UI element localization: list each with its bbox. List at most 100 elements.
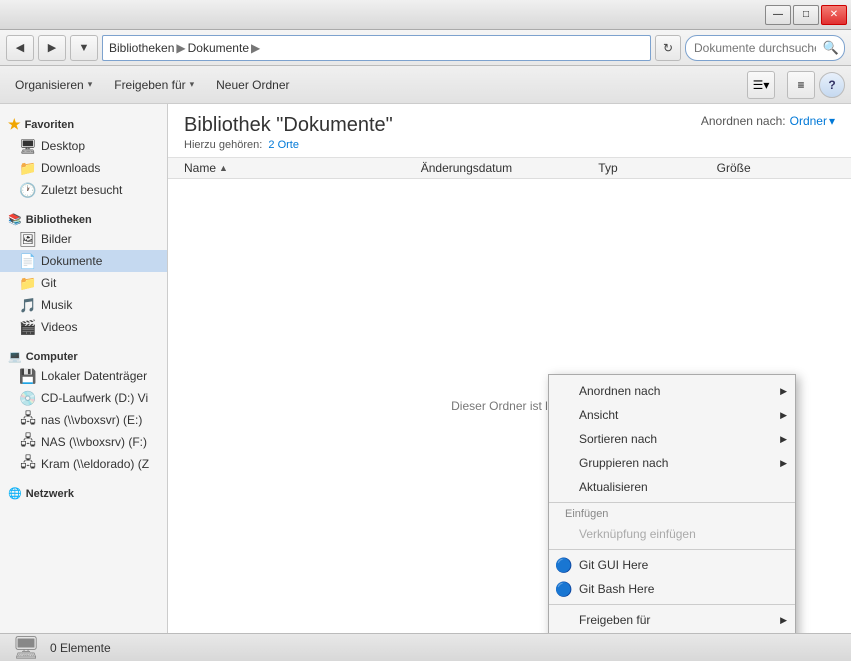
address-bar: ◀ ▶ ▼ Bibliotheken ▶ Dokumente ▶ ↻ 🔍	[0, 30, 851, 66]
sort-value[interactable]: Ordner ▾	[790, 114, 835, 128]
sidebar-item-videos[interactable]: 🎬 Videos	[0, 316, 167, 338]
menu-separator-3	[549, 604, 795, 605]
minimize-button[interactable]: —	[765, 5, 791, 25]
computer-header: 💻 Computer	[0, 344, 167, 365]
name-sort-arrow: ▲	[219, 163, 228, 173]
search-wrapper: 🔍	[685, 35, 845, 61]
search-icon[interactable]: 🔍	[823, 40, 839, 56]
sub-arrow-icon: ▶	[780, 458, 787, 469]
share-arrow: ▾	[190, 79, 195, 90]
sub-arrow-icon: ▶	[780, 386, 787, 397]
menu-separator-1	[549, 502, 795, 503]
organize-arrow: ▾	[88, 79, 93, 90]
computer-icon: 💻	[8, 350, 22, 363]
sidebar-item-nas-e[interactable]: 🖧 nas (\\vboxsvr) (E:)	[0, 409, 167, 431]
favorites-icon: ★	[8, 116, 21, 133]
cd-drive-icon: 💿	[20, 390, 36, 406]
address-part-1[interactable]: Bibliotheken	[109, 41, 174, 55]
column-headers: Name ▲ Änderungsdatum Typ Größe	[168, 158, 851, 179]
sidebar-item-nas-f[interactable]: 🖧 NAS (\\vboxsrv) (F:)	[0, 431, 167, 453]
dokumente-icon: 📄	[20, 253, 36, 269]
col-name-header[interactable]: Name ▲	[184, 161, 421, 175]
search-input[interactable]	[685, 35, 845, 61]
bilder-icon: 🖼	[20, 231, 36, 247]
sidebar-item-bilder[interactable]: 🖼 Bilder	[0, 228, 167, 250]
sidebar-item-kram[interactable]: 🖧 Kram (\\eldorado) (Z	[0, 453, 167, 475]
status-bar: 🖥 0 Elemente	[0, 633, 851, 661]
share-button[interactable]: Freigeben für ▾	[105, 71, 203, 99]
recent-icon: 🕐	[20, 182, 36, 198]
menu-item-ansicht[interactable]: Ansicht ▶	[549, 403, 795, 427]
status-icon: 🖥	[12, 635, 40, 661]
library-subtitle: Hierzu gehören: 2 Orte	[184, 139, 393, 151]
status-count: 0 Elemente	[50, 641, 111, 655]
new-folder-button[interactable]: Neuer Ordner	[207, 71, 298, 99]
col-size-header[interactable]: Größe	[717, 161, 835, 175]
col-type-header[interactable]: Typ	[598, 161, 716, 175]
nas-f-icon: 🖧	[20, 434, 36, 450]
sort-label: Anordnen nach:	[701, 114, 786, 128]
local-disk-icon: 💾	[20, 368, 36, 384]
content-area: Bibliothek "Dokumente" Hierzu gehören: 2…	[168, 104, 851, 633]
maximize-button[interactable]: □	[793, 5, 819, 25]
content-header: Bibliothek "Dokumente" Hierzu gehören: 2…	[168, 104, 851, 158]
videos-icon: 🎬	[20, 319, 36, 335]
col-date-header[interactable]: Änderungsdatum	[421, 161, 599, 175]
sidebar-item-dokumente[interactable]: 📄 Dokumente	[0, 250, 167, 272]
favorites-header: ★ Favoriten	[0, 110, 167, 135]
refresh-button[interactable]: ↻	[655, 35, 681, 61]
menu-item-freigeben[interactable]: Freigeben für ▶	[549, 608, 795, 632]
libraries-header: 📚 Bibliotheken	[0, 207, 167, 228]
sidebar-item-desktop[interactable]: 🖥 Desktop	[0, 135, 167, 157]
sidebar-item-downloads[interactable]: 📁 Downloads	[0, 157, 167, 179]
close-button[interactable]: ✕	[821, 5, 847, 25]
menu-item-sortieren[interactable]: Sortieren nach ▶	[549, 427, 795, 451]
menu-separator-2	[549, 549, 795, 550]
title-bar: — □ ✕	[0, 0, 851, 30]
sidebar-item-cd-drive[interactable]: 💿 CD-Laufwerk (D:) Vi	[0, 387, 167, 409]
git-gui-icon: 🔵	[555, 556, 573, 574]
view-icon: ☰	[753, 78, 764, 92]
pane-toggle-button[interactable]: ≡	[787, 71, 815, 99]
sub-arrow-icon: ▶	[780, 615, 787, 626]
sidebar-item-local-disk[interactable]: 💾 Lokaler Datenträger	[0, 365, 167, 387]
context-menu: Anordnen nach ▶ Ansicht ▶ Sortieren nach…	[548, 374, 796, 633]
view-options-button[interactable]: ☰ ▾	[747, 71, 775, 99]
organize-button[interactable]: Organisieren ▾	[6, 71, 101, 99]
address-path[interactable]: Bibliotheken ▶ Dokumente ▶	[102, 35, 651, 61]
libraries-icon: 📚	[8, 213, 22, 226]
nas-e-icon: 🖧	[20, 412, 36, 428]
network-header: 🌐 Netzwerk	[0, 481, 167, 502]
sidebar-item-recent[interactable]: 🕐 Zuletzt besucht	[0, 179, 167, 201]
toolbar: Organisieren ▾ Freigeben für ▾ Neuer Ord…	[0, 66, 851, 104]
library-title: Bibliothek "Dokumente"	[184, 114, 393, 137]
locations-link[interactable]: 2 Orte	[268, 139, 299, 151]
sidebar-item-musik[interactable]: 🎵 Musik	[0, 294, 167, 316]
menu-item-git-bash[interactable]: 🔵 Git Bash Here	[549, 577, 795, 601]
kram-icon: 🖧	[20, 456, 36, 472]
menu-item-gruppieren[interactable]: Gruppieren nach ▶	[549, 451, 795, 475]
view-arrow: ▾	[763, 78, 769, 92]
forward-button[interactable]: ▶	[38, 35, 66, 61]
musik-icon: 🎵	[20, 297, 36, 313]
desktop-icon: 🖥	[20, 138, 36, 154]
sub-arrow-icon: ▶	[780, 410, 787, 421]
main-layout: ★ Favoriten 🖥 Desktop 📁 Downloads 🕐 Zule…	[0, 104, 851, 633]
menu-item-anordnen[interactable]: Anordnen nach ▶	[549, 379, 795, 403]
sidebar: ★ Favoriten 🖥 Desktop 📁 Downloads 🕐 Zule…	[0, 104, 168, 633]
network-icon: 🌐	[8, 487, 22, 500]
back-button[interactable]: ◀	[6, 35, 34, 61]
address-part-2[interactable]: Dokumente	[188, 41, 249, 55]
downloads-icon: 📁	[20, 160, 36, 176]
help-button[interactable]: ?	[819, 72, 845, 98]
git-icon: 📁	[20, 275, 36, 291]
window-controls: — □ ✕	[765, 5, 847, 25]
sort-bar: Anordnen nach: Ordner ▾	[701, 114, 835, 128]
git-bash-icon: 🔵	[555, 580, 573, 598]
menu-section-einfuegen: Einfügen	[549, 506, 795, 522]
dropdown-button[interactable]: ▼	[70, 35, 98, 61]
sidebar-item-git[interactable]: 📁 Git	[0, 272, 167, 294]
sub-arrow-icon: ▶	[780, 434, 787, 445]
menu-item-aktualisieren[interactable]: Aktualisieren	[549, 475, 795, 499]
menu-item-git-gui[interactable]: 🔵 Git GUI Here	[549, 553, 795, 577]
